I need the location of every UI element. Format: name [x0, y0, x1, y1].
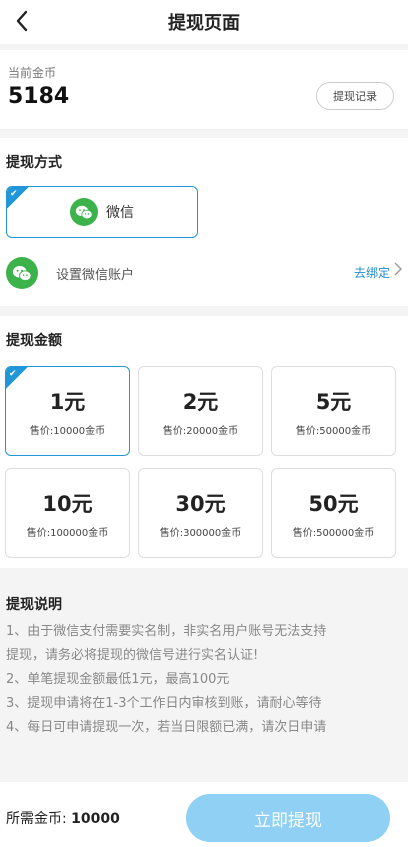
notes-list: 1、由于微信支付需要实名制，非实名用户账号无法支持 提现，请务必将提现的微信号进… [6, 620, 404, 740]
footer-bar: 所需金币: 10000 立即提现 [0, 782, 408, 847]
wechat-account-label: 设置微信账户 [56, 267, 135, 283]
wechat-option[interactable]: ✔ 微信 [6, 186, 198, 238]
wechat-icon [6, 257, 38, 289]
amount-option-1[interactable]: ✔ 1元 售价:10000金币 [5, 366, 130, 456]
required-coins-value: 10000 [71, 811, 120, 827]
header-bar: 提现页面 [0, 0, 408, 44]
amount-value: 2元 [182, 389, 219, 414]
selected-check-icon: ✔ [6, 367, 28, 389]
withdraw-record-button[interactable]: 提现记录 [316, 82, 394, 110]
amount-price: 售价:300000金币 [159, 527, 242, 539]
wechat-option-label: 微信 [106, 205, 134, 221]
amount-title: 提现金额 [6, 333, 62, 349]
amount-price: 售价:20000金币 [162, 425, 239, 437]
amount-option-2[interactable]: 2元 售价:20000金币 [138, 366, 263, 456]
bind-link[interactable]: 去绑定 [354, 264, 390, 281]
method-title: 提现方式 [6, 155, 62, 171]
amount-value: 1元 [49, 389, 86, 414]
back-button[interactable] [6, 4, 38, 38]
withdraw-now-button[interactable]: 立即提现 [186, 794, 390, 842]
required-coins-label: 所需金币: [6, 811, 67, 827]
notes-title: 提现说明 [6, 597, 62, 613]
amount-price: 售价:10000金币 [29, 425, 106, 437]
wechat-account-row[interactable]: 设置微信账户 去绑定 [6, 256, 402, 290]
amount-value: 5元 [315, 389, 352, 414]
amount-value: 50元 [308, 491, 359, 516]
balance-label: 当前金币 [8, 66, 57, 80]
page-title: 提现页面 [168, 13, 240, 34]
withdraw-notes-section: 提现说明 1、由于微信支付需要实名制，非实名用户账号无法支持 提现，请务必将提现… [0, 582, 408, 782]
chevron-right-icon [394, 262, 402, 280]
amount-option-5[interactable]: 5元 售价:50000金币 [271, 366, 396, 456]
note-line: 2、单笔提现金额最低1元，最高100元 [6, 672, 230, 687]
amount-value: 30元 [175, 491, 226, 516]
note-line: 提现，请务必将提现的微信号进行实名认证! [6, 648, 259, 663]
note-line: 3、提现申请将在1-3个工作日内审核到账，请耐心等待 [6, 696, 322, 711]
required-coins: 所需金币: 10000 [6, 808, 120, 828]
amount-option-30[interactable]: 30元 售价:300000金币 [138, 468, 263, 558]
amount-option-50[interactable]: 50元 售价:500000金币 [271, 468, 396, 558]
amount-grid: ✔ 1元 售价:10000金币 2元 售价:20000金币 5元 售价:5000… [5, 366, 397, 558]
note-line: 4、每日可申请提现一次，若当日限额已满，请次日申请 [6, 720, 327, 735]
selected-check-icon: ✔ [7, 187, 29, 209]
amount-value: 10元 [42, 491, 93, 516]
withdraw-amount-section: 提现金额 ✔ 1元 售价:10000金币 2元 售价:20000金币 5元 售价… [0, 316, 408, 568]
balance-section: 当前金币 5184 提现记录 [0, 50, 408, 130]
withdraw-method-section: 提现方式 ✔ 微信 设置微信账户 去绑定 [0, 138, 408, 306]
amount-price: 售价:100000金币 [26, 527, 109, 539]
amount-price: 售价:50000金币 [295, 425, 372, 437]
amount-option-10[interactable]: 10元 售价:100000金币 [5, 468, 130, 558]
balance-value: 5184 [8, 84, 70, 109]
chevron-left-icon [16, 10, 28, 32]
note-line: 1、由于微信支付需要实名制，非实名用户账号无法支持 [6, 624, 327, 639]
wechat-icon [70, 198, 98, 226]
amount-price: 售价:500000金币 [292, 527, 375, 539]
